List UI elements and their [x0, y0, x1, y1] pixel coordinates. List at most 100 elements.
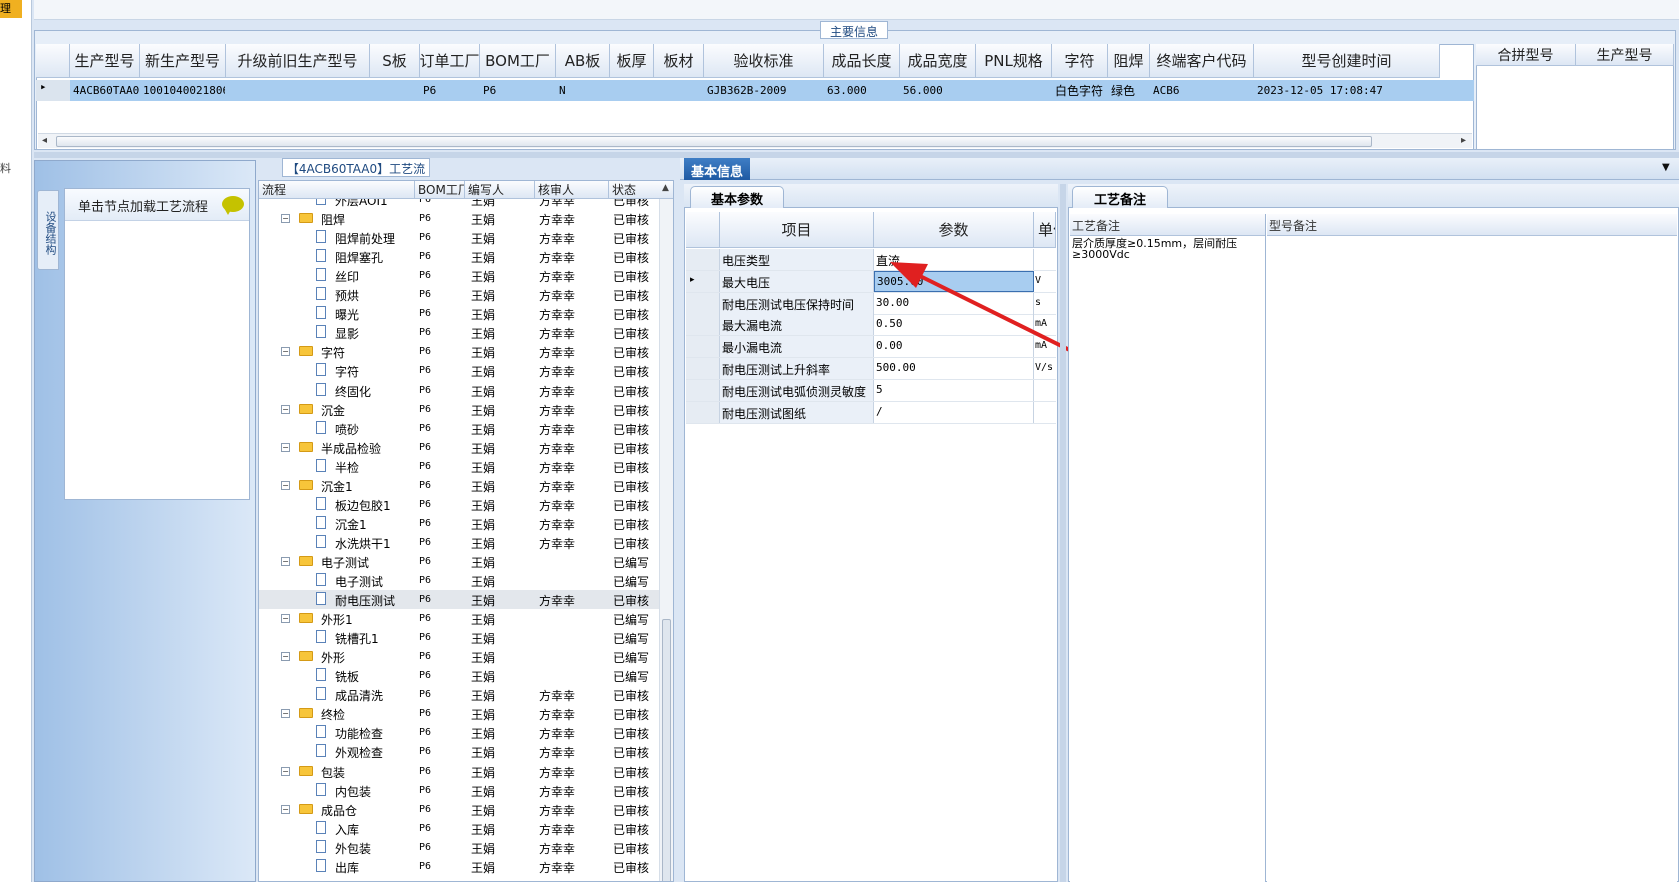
- collapse-icon[interactable]: −: [281, 347, 290, 357]
- tree-item-row[interactable]: 外观检查 P6 王娟 方幸幸 已审核: [259, 742, 673, 761]
- tree-item-row[interactable]: 功能检查 P6 王娟 方幸幸 已审核: [259, 723, 673, 742]
- collapse-icon[interactable]: −: [281, 804, 290, 814]
- model-remark-box[interactable]: 型号备注: [1267, 214, 1677, 882]
- combined-grid-col-2[interactable]: 生产型号: [1576, 44, 1674, 66]
- tree-item-row[interactable]: 终固化 P6 王娟 方幸幸 已审核: [259, 381, 673, 400]
- collapse-icon[interactable]: −: [281, 480, 290, 490]
- process-remark-box[interactable]: 工艺备注 层介质厚度≥0.15mm，层间耐压≥3000Vdc: [1070, 214, 1266, 882]
- main-grid-cell[interactable]: N: [559, 84, 609, 97]
- tree-folder-row[interactable]: − 电子测试 P6 王娟 已编写: [259, 552, 673, 571]
- collapse-icon[interactable]: −: [281, 614, 290, 624]
- left-strip-highlight[interactable]: 理: [0, 0, 22, 18]
- vertical-splitter[interactable]: [1060, 184, 1066, 882]
- main-grid-col[interactable]: 成品宽度: [900, 44, 976, 78]
- main-grid-cell[interactable]: ACB6: [1153, 84, 1253, 97]
- tree-folder-row[interactable]: − 外形1 P6 王娟 已编写: [259, 609, 673, 628]
- tree-folder-row[interactable]: − 阻焊 P6 王娟 方幸幸 已审核: [259, 209, 673, 228]
- tree-folder-row[interactable]: − 终检 P6 王娟 方幸幸 已审核: [259, 704, 673, 723]
- main-grid-row[interactable]: ▸4ACB60TAA0 10010400218063 P6 P6 N GJB362B-20…: [36, 80, 1474, 101]
- tree-item-row[interactable]: 阻焊前处理 P6 王娟 方幸幸 已审核: [259, 228, 673, 247]
- main-grid-cell[interactable]: 绿色: [1111, 82, 1149, 99]
- main-grid-col[interactable]: 新生产型号: [140, 44, 226, 78]
- tree-item-row[interactable]: 喷砂 P6 王娟 方幸幸 已审核: [259, 419, 673, 438]
- params-col-item[interactable]: 项目: [720, 212, 874, 248]
- main-grid-hscroll[interactable]: ◂ ▸: [38, 133, 1472, 148]
- tree-folder-row[interactable]: − 沉金 P6 王娟 方幸幸 已审核: [259, 400, 673, 419]
- tree-item-row[interactable]: 水洗烘干1 P6 王娟 方幸幸 已审核: [259, 533, 673, 552]
- main-grid-cell[interactable]: 白色字符: [1055, 82, 1107, 99]
- tree-item-row[interactable]: 阻焊塞孔 P6 王娟 方幸幸 已审核: [259, 247, 673, 266]
- main-grid-cell[interactable]: 4ACB60TAA0: [73, 84, 139, 97]
- main-grid-col[interactable]: PNL规格: [976, 44, 1052, 78]
- tree-item-row[interactable]: 半检 P6 王娟 方幸幸 已审核: [259, 457, 673, 476]
- tree-item-row[interactable]: 耐电压测试 P6 王娟 方幸幸 已审核: [259, 590, 673, 610]
- main-grid-cell[interactable]: P6: [423, 84, 479, 97]
- main-grid-cell[interactable]: 63.000: [827, 84, 899, 97]
- params-col-value[interactable]: 参数: [874, 212, 1034, 248]
- main-grid-col[interactable]: 订单工厂: [420, 44, 480, 78]
- main-grid-col[interactable]: 型号创建时间: [1254, 44, 1440, 78]
- main-grid-col[interactable]: BOM工厂: [480, 44, 556, 78]
- tree-item-row[interactable]: 外包装 P6 王娟 方幸幸 已审核: [259, 838, 673, 857]
- param-value[interactable]: /: [874, 401, 1034, 423]
- basic-info-tab[interactable]: 基本信息: [684, 158, 750, 180]
- tree-item-row[interactable]: 成品清洗 P6 王娟 方幸幸 已审核: [259, 685, 673, 704]
- main-grid-cell[interactable]: P6: [483, 84, 555, 97]
- tree-folder-row[interactable]: − 半成品检验 P6 王娟 方幸幸 已审核: [259, 438, 673, 457]
- collapse-icon[interactable]: −: [281, 766, 290, 776]
- process-col[interactable]: 编写人: [465, 181, 535, 199]
- tree-item-row[interactable]: 字符 P6 王娟 方幸幸 已审核: [259, 361, 673, 380]
- main-grid-cell[interactable]: 56.000: [903, 84, 975, 97]
- tree-item-row[interactable]: 铣槽孔1 P6 王娟 已编写: [259, 628, 673, 647]
- tree-item-row[interactable]: 出库 P6 王娟 方幸幸 已审核: [259, 857, 673, 876]
- tree-item-row[interactable]: 内包装 P6 王娟 方幸幸 已审核: [259, 781, 673, 800]
- main-grid-col[interactable]: 板材: [654, 44, 704, 78]
- tree-item-row[interactable]: 沉金1 P6 王娟 方幸幸 已审核: [259, 514, 673, 533]
- param-row[interactable]: 耐电压测试图纸 /: [686, 401, 1056, 424]
- main-grid-col[interactable]: AB板: [556, 44, 610, 78]
- tree-item-row[interactable]: 曝光 P6 王娟 方幸幸 已审核: [259, 304, 673, 323]
- process-tree-vscroll[interactable]: ▲: [659, 183, 673, 881]
- tree-item-row[interactable]: 外层AOI1 P6 王娟 方幸幸 已审核: [259, 199, 673, 209]
- tree-folder-row[interactable]: − 字符 P6 王娟 方幸幸 已审核: [259, 342, 673, 361]
- collapse-icon[interactable]: −: [281, 214, 290, 224]
- scroll-thumb[interactable]: [56, 136, 1372, 147]
- tree-item-row[interactable]: 板边包胶1 P6 王娟 方幸幸 已审核: [259, 495, 673, 514]
- collapse-icon[interactable]: −: [281, 442, 290, 452]
- tree-item-row[interactable]: 铣板 P6 王娟 已编写: [259, 666, 673, 685]
- main-grid-cell[interactable]: 2023-12-05 17:08:47: [1257, 84, 1439, 97]
- collapse-icon[interactable]: −: [281, 556, 290, 566]
- main-grid-col[interactable]: 验收标准: [704, 44, 824, 78]
- tree-folder-row[interactable]: − 成品仓 P6 王娟 方幸幸 已审核: [259, 800, 673, 819]
- process-col[interactable]: 流程: [259, 181, 415, 199]
- main-grid-col[interactable]: 终端客户代码: [1150, 44, 1254, 78]
- tree-item-row[interactable]: 电子测试 P6 王娟 已编写: [259, 571, 673, 590]
- remarks-tab[interactable]: 工艺备注: [1072, 186, 1168, 208]
- scroll-left-icon[interactable]: ◂: [42, 135, 47, 146]
- main-grid-col[interactable]: 阻焊: [1108, 44, 1150, 78]
- tree-item-row[interactable]: 预烘 P6 王娟 方幸幸 已审核: [259, 285, 673, 304]
- main-grid-col[interactable]: 生产型号: [70, 44, 140, 78]
- main-grid-col[interactable]: 成品长度: [824, 44, 900, 78]
- collapse-icon[interactable]: −: [281, 404, 290, 414]
- collapse-icon[interactable]: −: [281, 652, 290, 662]
- process-col[interactable]: BOM工厂: [415, 181, 465, 199]
- main-grid-cell[interactable]: GJB362B-2009: [707, 84, 823, 97]
- dropdown-arrow-icon[interactable]: ▼: [1662, 162, 1670, 173]
- params-col-unit[interactable]: 单位: [1034, 212, 1056, 248]
- main-grid-cell[interactable]: 10010400218063: [143, 84, 225, 97]
- scroll-right-icon[interactable]: ▸: [1461, 135, 1466, 146]
- params-tab[interactable]: 基本参数: [690, 186, 784, 208]
- sidebar-vertical-tab[interactable]: 设备结构: [37, 190, 59, 270]
- tree-scroll-thumb[interactable]: [662, 619, 671, 881]
- tree-item-row[interactable]: 丝印 P6 王娟 方幸幸 已审核: [259, 266, 673, 285]
- collapse-icon[interactable]: −: [281, 709, 290, 719]
- combined-grid-col-1[interactable]: 合拼型号: [1476, 44, 1576, 66]
- tree-folder-row[interactable]: − 包装 P6 王娟 方幸幸 已审核: [259, 762, 673, 781]
- tree-item-row[interactable]: 入库 P6 王娟 方幸幸 已审核: [259, 819, 673, 838]
- main-grid-col[interactable]: 字符: [1052, 44, 1108, 78]
- tree-item-row[interactable]: 显影 P6 王娟 方幸幸 已审核: [259, 323, 673, 342]
- tree-folder-row[interactable]: − 外形 P6 王娟 已编写: [259, 647, 673, 666]
- tree-folder-row[interactable]: − 沉金1 P6 王娟 方幸幸 已审核: [259, 476, 673, 495]
- main-grid-col[interactable]: S板: [370, 44, 420, 78]
